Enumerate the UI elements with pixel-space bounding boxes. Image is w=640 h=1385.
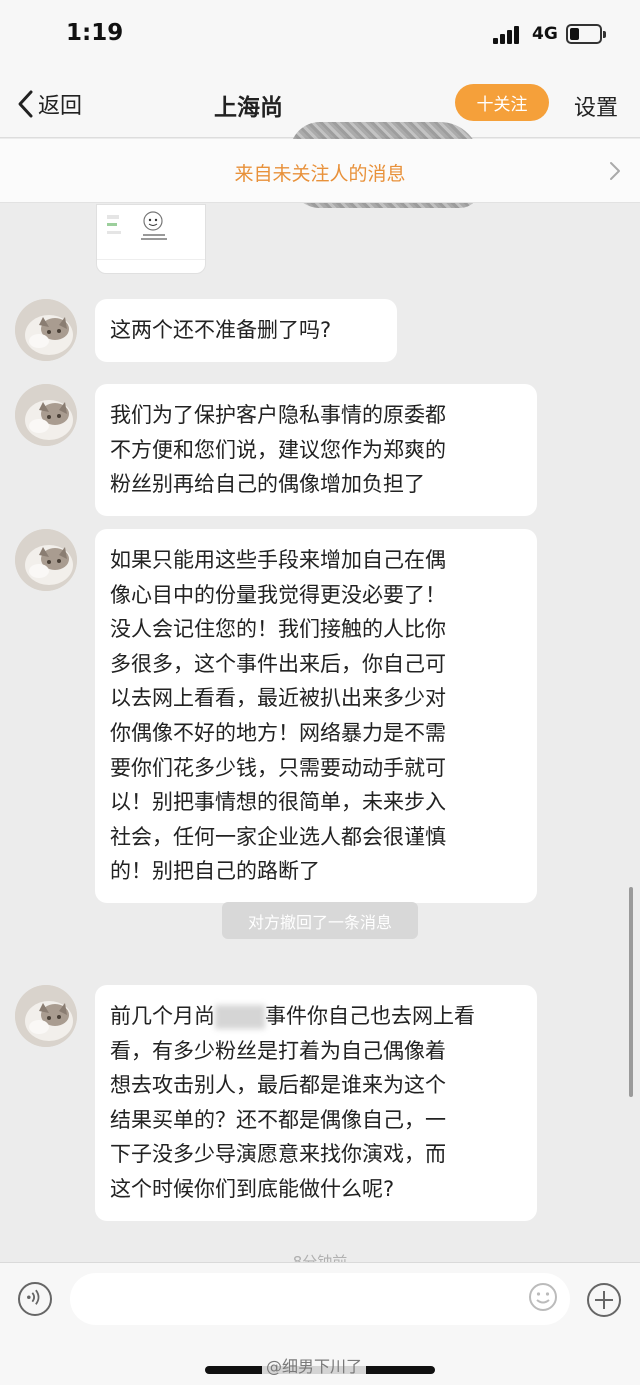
message-text-part: 事件你自己也去网上看 看，有多少粉丝是打着为自己偶像着 想去攻击别人，最后都是谁… (110, 1004, 475, 1201)
chevron-right-icon (610, 162, 620, 180)
message-text-part: 前几个月尚 (110, 1004, 215, 1028)
emoji-icon[interactable] (528, 1282, 558, 1312)
signal-icon (493, 26, 521, 44)
input-bar: @细男下川了 (0, 1262, 640, 1385)
unfollowed-messages-banner[interactable]: 来自未关注人的消息 (0, 139, 640, 203)
cat-avatar-image (15, 384, 77, 446)
message-input[interactable] (70, 1273, 570, 1325)
screenshot-thumbnail-image (107, 211, 167, 240)
message-text: 我们为了保护客户隐私事情的原委都 不方便和您们说，建议您作为郑爽的 粉丝别再给自… (110, 403, 446, 497)
settings-button[interactable]: 设置 (574, 90, 618, 122)
avatar[interactable] (15, 529, 77, 591)
cat-avatar-image (15, 985, 77, 1047)
watermark: @细男下川了 (262, 1353, 367, 1377)
scrollbar[interactable] (629, 887, 633, 1097)
message-bubble[interactable]: 如果只能用这些手段来增加自己在偶 像心目中的份量我觉得更没必要了！ 没人会记住您… (95, 529, 537, 903)
message-bubble[interactable]: 这两个还不准备删了吗? (95, 299, 397, 362)
status-bar: 1:19 4G (0, 0, 640, 70)
message-bubble[interactable]: 前几个月尚 事件你自己也去网上看 看，有多少粉丝是打着为自己偶像着 想去攻击别人，… (95, 985, 537, 1221)
nav-bar: 返回 上海尚 十关注 设置 (0, 70, 640, 208)
battery-icon (566, 24, 606, 44)
back-label: 返回 (38, 94, 83, 119)
status-time: 1:19 (66, 20, 124, 46)
recalled-message-notice: 对方撤回了一条消息 (222, 902, 418, 939)
image-message-thumbnail[interactable] (96, 204, 206, 274)
voice-button[interactable] (18, 1282, 52, 1316)
thumbnail-bar (97, 259, 205, 273)
message-text: 前几个月尚 事件你自己也去网上看 看，有多少粉丝是打着为自己偶像着 想去攻击别人，… (110, 999, 522, 1207)
avatar[interactable] (15, 384, 77, 446)
cat-avatar-image (15, 529, 77, 591)
cat-avatar-image (15, 299, 77, 361)
blurred-text (215, 1005, 265, 1029)
page-title: 上海尚 (214, 95, 283, 121)
voice-icon (27, 1289, 40, 1305)
plus-icon[interactable] (586, 1282, 622, 1318)
follow-button[interactable]: 十关注 (455, 84, 549, 121)
avatar[interactable] (15, 985, 77, 1047)
network-type: 4G (532, 24, 558, 44)
chevron-left-icon (18, 90, 33, 118)
message-bubble[interactable]: 我们为了保护客户隐私事情的原委都 不方便和您们说，建议您作为郑爽的 粉丝别再给自… (95, 384, 537, 516)
back-button[interactable]: 返回 (16, 84, 82, 124)
avatar[interactable] (15, 299, 77, 361)
message-text: 这两个还不准备删了吗? (110, 318, 332, 342)
message-text: 如果只能用这些手段来增加自己在偶 像心目中的份量我觉得更没必要了！ 没人会记住您… (110, 548, 446, 884)
banner-text: 来自未关注人的消息 (234, 163, 406, 185)
